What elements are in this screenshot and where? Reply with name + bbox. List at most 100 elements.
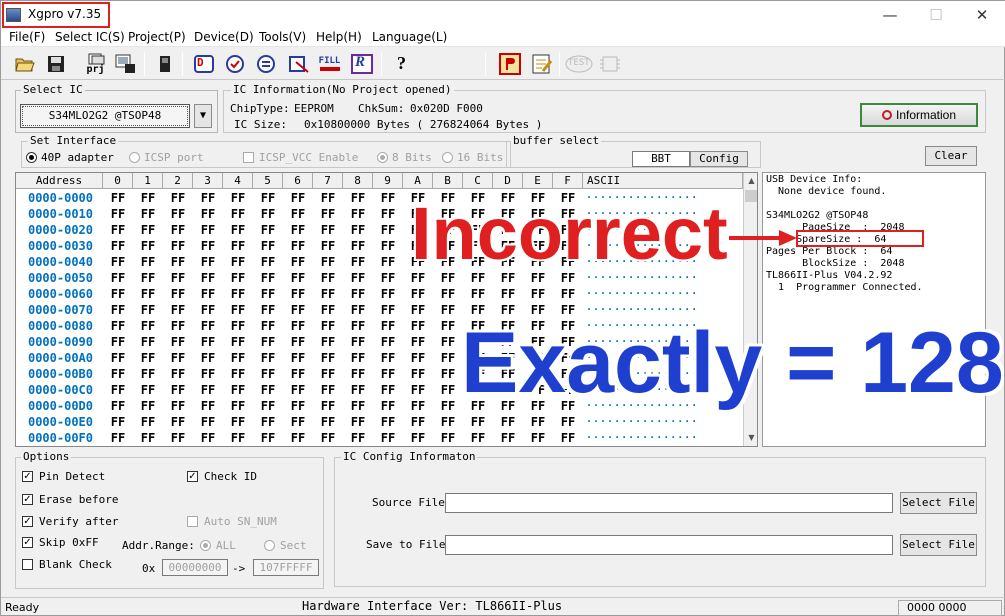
hex-byte-cell[interactable]: FF: [343, 318, 373, 334]
hex-byte-cell[interactable]: FF: [433, 366, 463, 382]
hex-byte-cell[interactable]: FF: [373, 238, 403, 254]
hex-byte-cell[interactable]: FF: [283, 366, 313, 382]
hex-byte-cell[interactable]: FF: [313, 350, 343, 366]
hex-byte-cell[interactable]: FF: [193, 366, 223, 382]
hex-byte-cell[interactable]: FF: [163, 190, 193, 206]
hex-byte-cell[interactable]: FF: [493, 414, 523, 430]
hex-byte-cell[interactable]: FF: [373, 430, 403, 446]
hex-byte-cell[interactable]: FF: [103, 398, 133, 414]
hex-byte-cell[interactable]: FF: [283, 206, 313, 222]
hex-byte-cell[interactable]: FF: [343, 414, 373, 430]
hex-byte-cell[interactable]: FF: [103, 318, 133, 334]
hex-byte-cell[interactable]: FF: [403, 366, 433, 382]
hex-byte-cell[interactable]: FF: [133, 270, 163, 286]
hex-byte-cell[interactable]: FF: [133, 302, 163, 318]
r-icon[interactable]: R: [349, 51, 374, 76]
hex-byte-cell[interactable]: FF: [163, 254, 193, 270]
hex-byte-cell[interactable]: FF: [433, 398, 463, 414]
hex-byte-cell[interactable]: FF: [253, 206, 283, 222]
hex-byte-cell[interactable]: FF: [283, 398, 313, 414]
hex-byte-cell[interactable]: FF: [343, 286, 373, 302]
hex-byte-cell[interactable]: FF: [463, 414, 493, 430]
hex-byte-cell[interactable]: FF: [223, 318, 253, 334]
hex-byte-cell[interactable]: FF: [403, 350, 433, 366]
hex-byte-cell[interactable]: FF: [133, 238, 163, 254]
hex-byte-cell[interactable]: FF: [373, 270, 403, 286]
hex-byte-cell[interactable]: FF: [433, 430, 463, 446]
addr-range-all-radio[interactable]: [200, 540, 211, 551]
hex-byte-cell[interactable]: FF: [163, 222, 193, 238]
hex-byte-cell[interactable]: FF: [163, 302, 193, 318]
hex-byte-cell[interactable]: FF: [403, 302, 433, 318]
hex-byte-cell[interactable]: FF: [223, 302, 253, 318]
blank-check-checkbox[interactable]: [22, 559, 33, 570]
hex-byte-cell[interactable]: FF: [313, 302, 343, 318]
hex-byte-cell[interactable]: FF: [193, 334, 223, 350]
addr-to-field[interactable]: 107FFFFF: [253, 559, 319, 576]
hex-byte-cell[interactable]: FF: [103, 190, 133, 206]
hex-byte-cell[interactable]: FF: [223, 350, 253, 366]
hex-byte-cell[interactable]: FF: [133, 382, 163, 398]
scroll-up-arrow[interactable]: ▲: [744, 173, 758, 189]
hex-byte-cell[interactable]: FF: [253, 366, 283, 382]
hex-byte-cell[interactable]: FF: [553, 286, 583, 302]
erase-icon[interactable]: [286, 51, 311, 76]
hex-byte-cell[interactable]: FF: [523, 414, 553, 430]
erase-before-checkbox[interactable]: ✓: [22, 494, 33, 505]
scroll-down-arrow[interactable]: ▼: [744, 430, 758, 446]
select-ic-dropdown-button[interactable]: ▼: [194, 104, 212, 128]
hex-byte-cell[interactable]: FF: [343, 366, 373, 382]
hex-byte-cell[interactable]: FF: [193, 238, 223, 254]
hex-byte-cell[interactable]: FF: [223, 414, 253, 430]
scroll-thumb[interactable]: [745, 190, 758, 202]
hex-byte-cell[interactable]: FF: [343, 398, 373, 414]
hex-byte-cell[interactable]: FF: [133, 334, 163, 350]
hex-byte-cell[interactable]: FF: [133, 254, 163, 270]
16bits-radio[interactable]: [442, 152, 453, 163]
source-file-input[interactable]: [445, 493, 893, 513]
hex-byte-cell[interactable]: FF: [133, 350, 163, 366]
hex-byte-cell[interactable]: FF: [193, 270, 223, 286]
hex-byte-cell[interactable]: FF: [253, 430, 283, 446]
hex-byte-cell[interactable]: FF: [343, 254, 373, 270]
hex-byte-cell[interactable]: FF: [373, 222, 403, 238]
hex-byte-cell[interactable]: FF: [343, 270, 373, 286]
skip-0xff-checkbox[interactable]: ✓: [22, 537, 33, 548]
hex-byte-cell[interactable]: FF: [133, 398, 163, 414]
hex-byte-cell[interactable]: FF: [163, 350, 193, 366]
hex-byte-cell[interactable]: FF: [163, 318, 193, 334]
hex-byte-cell[interactable]: FF: [523, 430, 553, 446]
hex-byte-cell[interactable]: FF: [223, 382, 253, 398]
hex-byte-cell[interactable]: FF: [313, 238, 343, 254]
fill-icon[interactable]: FILL: [317, 51, 342, 76]
hex-byte-cell[interactable]: FF: [373, 350, 403, 366]
hex-byte-cell[interactable]: FF: [373, 414, 403, 430]
hex-byte-cell[interactable]: FF: [103, 270, 133, 286]
hex-byte-cell[interactable]: FF: [313, 366, 343, 382]
hex-byte-cell[interactable]: FF: [343, 222, 373, 238]
hex-byte-cell[interactable]: FF: [283, 350, 313, 366]
hex-byte-cell[interactable]: FF: [253, 398, 283, 414]
verify-icon[interactable]: [222, 51, 247, 76]
hex-byte-cell[interactable]: FF: [253, 318, 283, 334]
hex-byte-cell[interactable]: FF: [253, 414, 283, 430]
hex-byte-cell[interactable]: FF: [283, 222, 313, 238]
addr-from-field[interactable]: 00000000: [162, 559, 228, 576]
hex-byte-cell[interactable]: FF: [103, 382, 133, 398]
hex-byte-cell[interactable]: FF: [163, 206, 193, 222]
hex-row[interactable]: 0000-0060 FF FF FF FF FF FF FF FF FF FF FF FF FF FF FF F…: [16, 286, 743, 302]
hex-byte-cell[interactable]: FF: [313, 286, 343, 302]
hex-byte-cell[interactable]: FF: [133, 414, 163, 430]
verify-after-checkbox[interactable]: ✓: [22, 516, 33, 527]
hex-byte-cell[interactable]: FF: [103, 302, 133, 318]
hex-byte-cell[interactable]: FF: [193, 414, 223, 430]
hex-byte-cell[interactable]: FF: [283, 382, 313, 398]
hex-byte-cell[interactable]: FF: [103, 238, 133, 254]
8bits-radio[interactable]: [377, 152, 388, 163]
clear-button[interactable]: Clear: [925, 146, 977, 166]
auto-sn-checkbox[interactable]: [187, 516, 198, 527]
hex-byte-cell[interactable]: FF: [283, 286, 313, 302]
hex-byte-cell[interactable]: FF: [403, 398, 433, 414]
hex-byte-cell[interactable]: FF: [313, 222, 343, 238]
hex-byte-cell[interactable]: FF: [103, 334, 133, 350]
